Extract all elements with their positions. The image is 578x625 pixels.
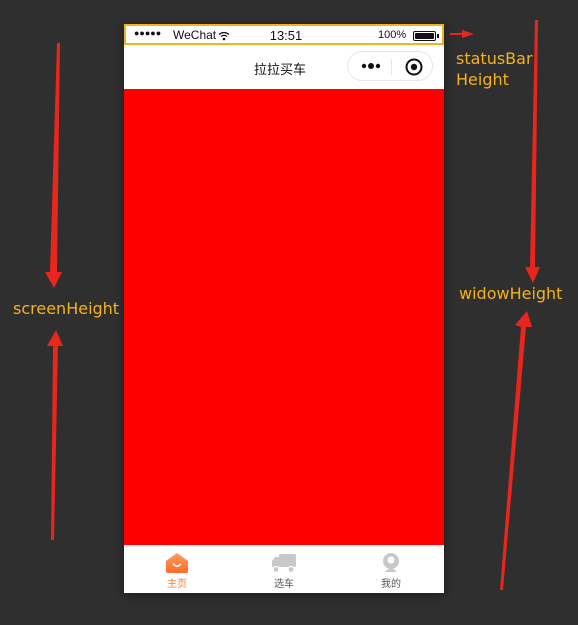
window-height-arrow-up: [500, 311, 532, 590]
window-height-label: widowHeight: [459, 284, 563, 303]
screen-height-label: screenHeight: [13, 299, 120, 318]
screen-height-arrow-up: [47, 330, 63, 540]
status-bar-arrow: [450, 30, 474, 38]
screen-height-arrow-down: [45, 43, 62, 288]
status-bar-height-label: statusBar Height: [456, 49, 533, 89]
